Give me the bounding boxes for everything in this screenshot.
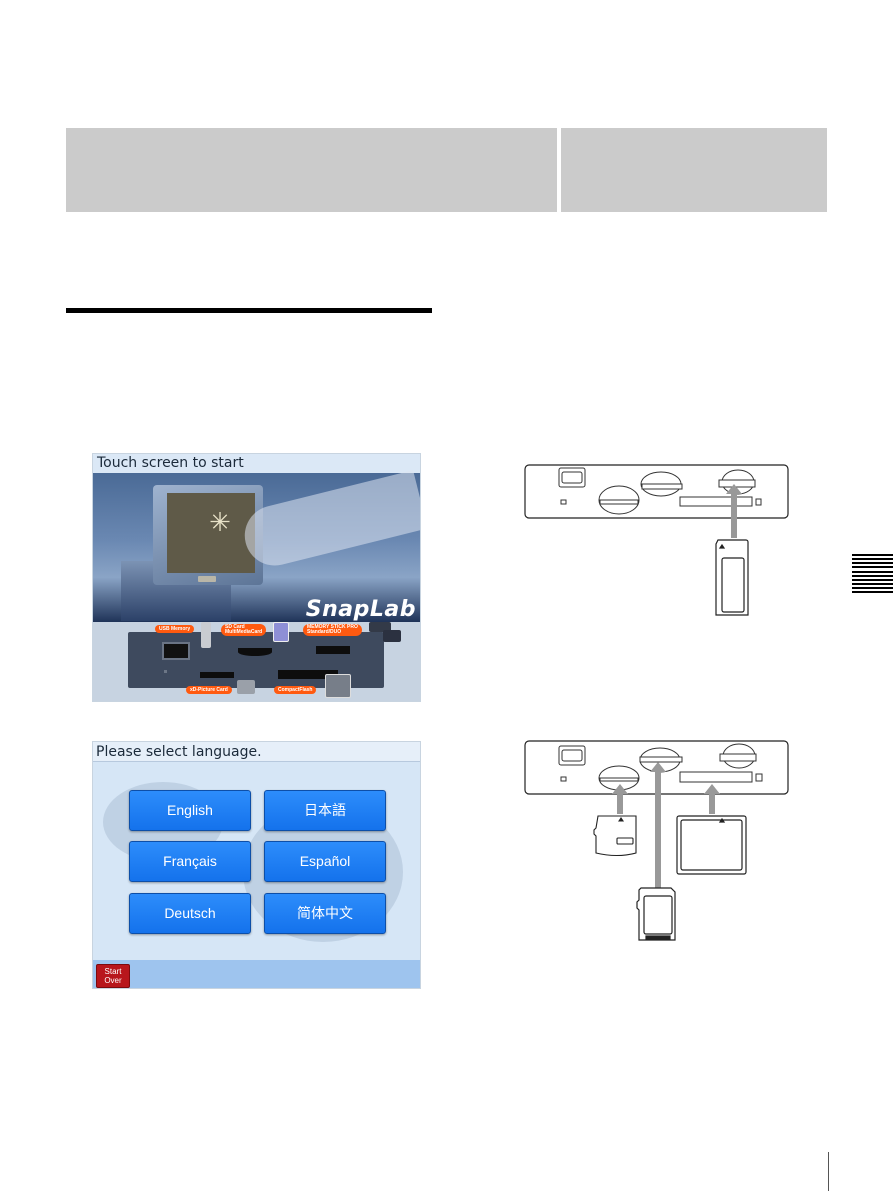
snaplab-logo: SnapLab [305, 597, 416, 622]
ms-slot [316, 646, 350, 654]
start-screen[interactable]: Touch screen to start ✳ SnapLab USB Memo… [92, 453, 421, 702]
sd-slot-icon [640, 471, 683, 497]
xd-slot-icon [598, 485, 640, 515]
start-over-button[interactable]: Start Over [96, 964, 130, 988]
memory-stick-icon [715, 539, 749, 616]
compactflash-slot-icon [679, 771, 763, 783]
usb-port-icon [558, 745, 586, 766]
language-button-chinese[interactable]: 简体中文 [264, 893, 386, 934]
label-sd-card: SD Card MultiMediaCard [221, 624, 267, 636]
language-button-english[interactable]: English [129, 790, 251, 831]
compactflash-card-icon [676, 815, 747, 875]
xd-slot [200, 672, 234, 678]
label-usb-memory: USB Memory [155, 625, 195, 633]
insertion-arrow-shaft [731, 490, 737, 538]
memory-stick-insertion-diagram [520, 462, 792, 622]
header-box-left [66, 128, 557, 212]
indicator-led-icon [560, 776, 567, 782]
xd-card-icon [593, 815, 637, 857]
language-screen-footer [93, 960, 420, 988]
cf-arrow-head [704, 784, 720, 794]
section-rule [66, 308, 432, 313]
sd-card-icon [273, 622, 289, 642]
sd-arrow-head [650, 762, 666, 772]
language-screen-title: Please select language. [93, 742, 420, 762]
label-compactflash: CompactFlash [274, 686, 317, 694]
start-over-label-line: Over [104, 976, 122, 985]
kiosk-illustration: ✳ SnapLab [93, 470, 420, 622]
sd-card-icon [636, 887, 676, 941]
language-button-german[interactable]: Deutsch [129, 893, 251, 934]
sd-arrow-shaft [655, 770, 661, 888]
card-reader-illustration: USB Memory SD Card MultiMediaCard MEMORY… [93, 622, 420, 701]
usb-port-icon [558, 467, 586, 488]
label-xd-card: xD-Picture Card [186, 686, 232, 694]
page-number-divider [828, 1152, 829, 1191]
indicator-led [164, 670, 167, 673]
touch-burst-icon: ✳ [209, 507, 231, 537]
xd-card-icon [237, 680, 255, 694]
compactflash-icon [325, 674, 351, 698]
hand-icon [238, 470, 420, 572]
memory-stick-slot-icon [719, 743, 757, 769]
header-box-right [561, 128, 827, 212]
language-screen: Please select language. English 日本語 Fran… [92, 741, 421, 989]
language-button-japanese[interactable]: 日本語 [264, 790, 386, 831]
label-memory-stick: MEMORY STICK PRO Standard/DUO [303, 624, 362, 636]
language-button-spanish[interactable]: Español [264, 841, 386, 882]
memory-stick-duo-icon [383, 630, 401, 642]
indicator-led-icon [560, 499, 567, 505]
language-button-french[interactable]: Français [129, 841, 251, 882]
multi-card-insertion-diagram [520, 738, 792, 943]
monitor-badge [198, 576, 216, 582]
usb-stick-icon [201, 622, 211, 648]
sd-slot [238, 648, 272, 656]
start-screen-title: Touch screen to start [93, 454, 420, 473]
start-over-label-line: Start [104, 967, 122, 976]
compactflash-slot-icon [679, 496, 762, 507]
usb-slot [162, 642, 190, 660]
